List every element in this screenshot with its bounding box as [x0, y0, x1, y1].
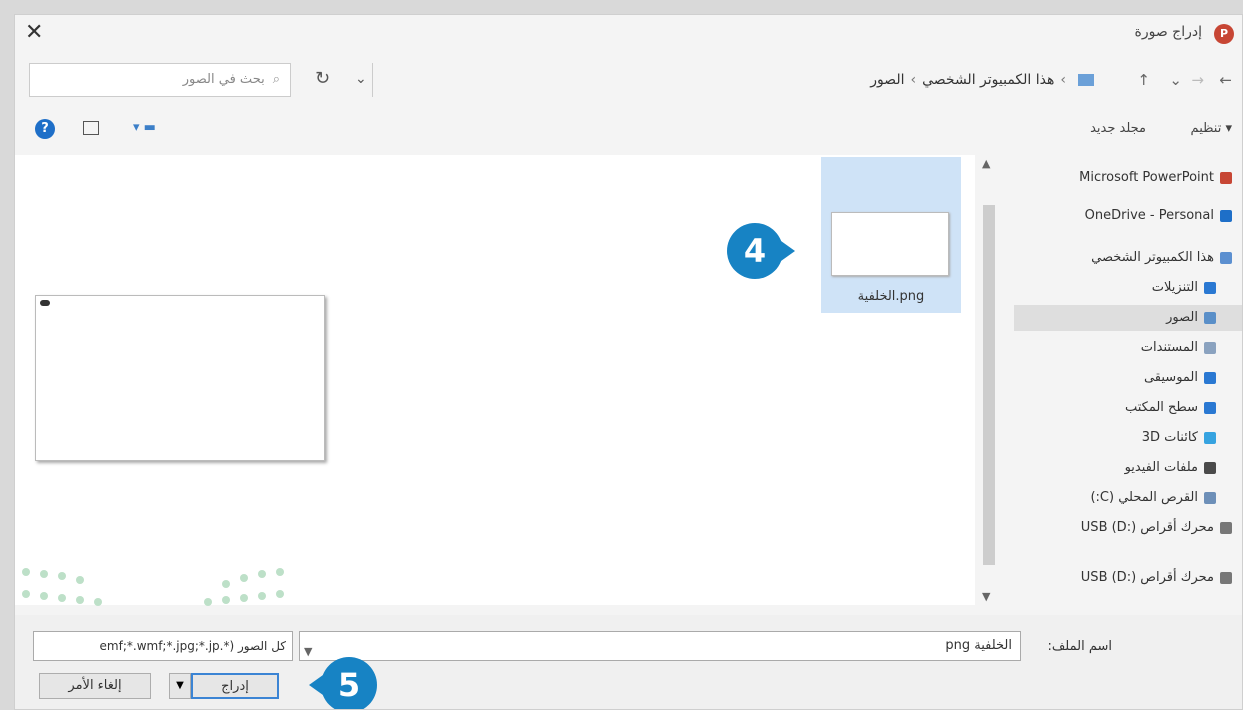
scroll-up-icon[interactable]: ▲	[982, 157, 990, 170]
sidebar-item-music[interactable]: الموسيقى	[1144, 365, 1216, 391]
insert-button[interactable]: إدراج	[191, 673, 279, 699]
preview-marker	[40, 300, 50, 306]
up-arrow-icon[interactable]: ↑	[1137, 71, 1150, 89]
scrollbar-thumb[interactable]	[983, 205, 995, 565]
sidebar-item-onedrive[interactable]: OneDrive - Personal	[1085, 203, 1232, 229]
search-input[interactable]: ⌕ بحث في الصور	[29, 63, 291, 97]
help-icon[interactable]: ?	[35, 119, 55, 139]
drive-icon	[1204, 491, 1216, 504]
insert-options-icon[interactable]: ▼	[169, 673, 191, 699]
sidebar-item-3d-objects[interactable]: كائنات 3D	[1142, 425, 1216, 451]
cube-icon	[1204, 431, 1216, 444]
new-folder-button[interactable]: مجلد جديد	[1090, 121, 1146, 136]
step-5-badge: 5	[309, 657, 377, 709]
sidebar-scrollbar[interactable]: ▲ ▼	[978, 155, 1000, 605]
computer-icon	[1220, 251, 1232, 264]
download-icon	[1204, 281, 1216, 294]
breadcrumb[interactable]: ›هذا الكمبيوتر الشخصي›الصور	[372, 63, 1102, 97]
decorative-dots	[22, 568, 292, 628]
search-icon: ⌕	[272, 72, 280, 87]
recent-chevron-icon[interactable]: ⌄	[1169, 71, 1182, 89]
dialog-footer: اسم الملف: ▼ الخلفية png كل الصور (*.emf…	[15, 615, 1242, 709]
file-type-filter[interactable]: كل الصور (*.emf;*.wmf;*.jpg;*.jp	[33, 631, 293, 661]
music-icon	[1204, 371, 1216, 384]
title-bar: ✕ إدراج صورة P	[15, 15, 1242, 53]
scroll-down-icon[interactable]: ▼	[982, 590, 990, 603]
preview-image	[35, 295, 325, 461]
sidebar-item-desktop[interactable]: سطح المكتب	[1125, 395, 1216, 421]
filename-label: اسم الملف:	[1047, 639, 1112, 654]
sidebar-item-downloads[interactable]: التنزيلات	[1152, 275, 1216, 301]
computer-icon	[1078, 74, 1094, 86]
desktop-icon	[1204, 401, 1216, 414]
file-thumbnail	[831, 212, 949, 276]
pictures-icon	[1204, 311, 1216, 324]
powerpoint-icon: P	[1214, 24, 1234, 44]
sidebar-item-pictures[interactable]: الصور	[1014, 305, 1242, 331]
dialog-title: إدراج صورة	[1134, 24, 1202, 40]
sidebar-item-usb-drive[interactable]: محرك أقراص USB (D:)	[1081, 515, 1232, 541]
usb-drive-icon	[1220, 571, 1232, 584]
sidebar-item-local-disk[interactable]: القرص المحلي (C:)	[1090, 485, 1216, 511]
command-toolbar: تنظيم ▾ مجلد جديد ? ▾ ▬	[15, 115, 1242, 145]
breadcrumb-item-this-pc[interactable]: هذا الكمبيوتر الشخصي	[922, 72, 1054, 88]
refresh-icon[interactable]: ↻	[315, 68, 330, 89]
address-dropdown-icon[interactable]: ⌄	[355, 71, 367, 87]
address-row: ← → ⌄ ↑ ›هذا الكمبيوتر الشخصي›الصور ⌄ ↻ …	[15, 63, 1242, 99]
sidebar-item-powerpoint[interactable]: Microsoft PowerPoint	[1079, 165, 1232, 191]
video-icon	[1204, 461, 1216, 474]
file-name: الخلفية.png	[857, 289, 925, 304]
document-icon	[1204, 341, 1216, 354]
filename-field[interactable]: ▼ الخلفية png	[299, 631, 1021, 661]
cloud-icon	[1220, 209, 1232, 222]
search-placeholder: بحث في الصور	[182, 72, 265, 87]
preview-pane-icon[interactable]	[83, 121, 99, 135]
sidebar-item-usb-drive[interactable]: محرك أقراص USB (D:)	[1081, 565, 1232, 591]
step-4-badge: 4	[727, 223, 795, 279]
sidebar-item-this-pc[interactable]: هذا الكمبيوتر الشخصي	[1091, 245, 1232, 271]
file-list-pane: الخلفية.png 4	[15, 155, 975, 605]
file-tile[interactable]: الخلفية.png	[821, 157, 961, 313]
navigation-pane: Microsoft PowerPoint OneDrive - Personal…	[1014, 155, 1242, 605]
change-view-icon[interactable]: ▾ ▬	[133, 120, 156, 135]
breadcrumb-item-pictures[interactable]: الصور	[870, 72, 904, 88]
cancel-button[interactable]: إلغاء الأمر	[39, 673, 151, 699]
sidebar-item-documents[interactable]: المستندات	[1141, 335, 1216, 361]
powerpoint-icon	[1220, 171, 1232, 184]
chevron-down-icon[interactable]: ▼	[304, 638, 312, 666]
forward-icon[interactable]: →	[1191, 71, 1204, 89]
back-icon[interactable]: ←	[1219, 71, 1232, 89]
filter-value: كل الصور (*.emf;*.wmf;*.jpg;*.jp	[99, 639, 286, 653]
close-icon[interactable]: ✕	[25, 20, 43, 45]
organize-button[interactable]: تنظيم ▾	[1191, 121, 1232, 136]
usb-drive-icon	[1220, 521, 1232, 534]
sidebar-item-videos[interactable]: ملفات الفيديو	[1125, 455, 1216, 481]
filename-value: الخلفية png	[945, 638, 1012, 653]
